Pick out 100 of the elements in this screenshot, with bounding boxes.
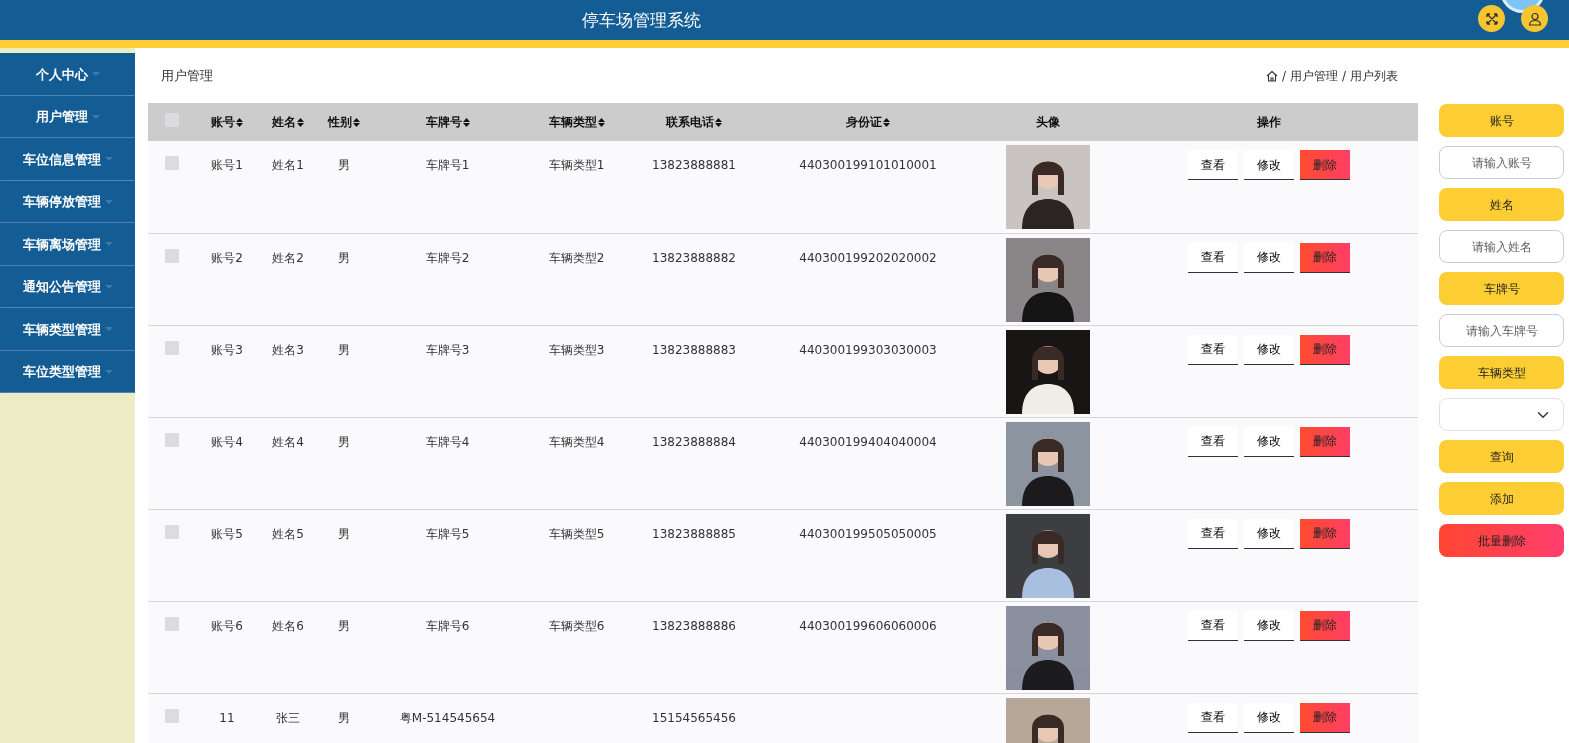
delete-button[interactable]: 删除	[1300, 426, 1350, 457]
action-button[interactable]: 查看	[1188, 150, 1238, 180]
column-header: 头像	[1036, 115, 1060, 129]
row-checkbox[interactable]	[165, 248, 179, 263]
table-cell: 姓名5	[272, 526, 304, 541]
sidebar-item[interactable]: 个人中心	[0, 53, 135, 96]
table-cell: 账号2	[211, 250, 243, 265]
table-cell: 440300199101010001	[799, 158, 937, 172]
breadcrumb-separator: /	[1281, 67, 1286, 85]
row-checkbox[interactable]	[165, 524, 179, 539]
table-cell: 车辆类型1	[548, 158, 605, 172]
action-button[interactable]: 查看	[1188, 702, 1238, 733]
table-cell: 13823888885	[652, 526, 736, 541]
action-button[interactable]: 查看	[1188, 518, 1238, 549]
sidebar-item[interactable]: 车辆离场管理	[0, 223, 135, 266]
row-checkbox[interactable]	[165, 156, 179, 170]
row-checkbox[interactable]	[165, 340, 179, 355]
input-field[interactable]: 请输入姓名	[1439, 230, 1564, 263]
app-title: 停车场管理系统	[582, 9, 701, 32]
table-cell: 姓名1	[272, 158, 304, 172]
table-cell: 车辆类型3	[548, 342, 605, 357]
table-cell: 440300199606060006	[799, 618, 937, 633]
sort-icon[interactable]	[715, 118, 722, 127]
table-cell: 车辆类型2	[548, 250, 605, 265]
delete-button[interactable]: 删除	[1300, 150, 1350, 180]
table-cell: 账号6	[211, 618, 243, 633]
table-cell: 男	[338, 342, 350, 357]
table-cell: 车牌号5	[425, 526, 470, 541]
sortable-column-header[interactable]: 姓名	[272, 115, 296, 129]
fullscreen-icon[interactable]	[1478, 5, 1505, 32]
action-button[interactable]: 查看	[1188, 334, 1238, 365]
row-checkbox[interactable]	[165, 616, 179, 631]
table-cell: 账号3	[211, 342, 243, 357]
action-button[interactable]: 修改	[1244, 242, 1294, 273]
column-header: 操作	[1257, 115, 1281, 129]
select-field[interactable]	[1439, 398, 1564, 431]
sortable-column-header[interactable]: 联系电话	[666, 115, 714, 129]
sidebar-item[interactable]: 用户管理	[0, 95, 135, 138]
search-button[interactable]: 查询	[1439, 440, 1564, 473]
action-button[interactable]: 查看	[1188, 426, 1238, 457]
sort-icon[interactable]	[297, 118, 304, 127]
table-cell: 13823888882	[652, 250, 736, 265]
action-button[interactable]: 查看	[1188, 242, 1238, 273]
table-cell: 账号5	[211, 526, 243, 541]
sortable-column-header[interactable]: 账号	[211, 115, 235, 129]
table-cell: 440300199202020002	[799, 250, 937, 265]
sidebar-item[interactable]: 车位信息管理	[0, 138, 135, 181]
table-cell: 13823888881	[652, 158, 736, 172]
field-label: 车辆类型	[1439, 356, 1564, 389]
table-cell: 11	[219, 710, 235, 725]
table-cell: 车牌号2	[425, 250, 470, 265]
home-icon[interactable]	[1265, 69, 1278, 82]
table-cell: 440300199505050005	[799, 526, 937, 541]
table-cell: 账号4	[211, 434, 243, 449]
action-button[interactable]: 修改	[1244, 518, 1294, 549]
action-button[interactable]: 修改	[1244, 150, 1294, 180]
delete-button[interactable]: 删除	[1300, 610, 1350, 641]
sortable-column-header[interactable]: 车辆类型	[548, 115, 597, 129]
sort-icon[interactable]	[236, 118, 243, 127]
delete-button[interactable]: 删除	[1300, 702, 1350, 733]
sortable-column-header[interactable]: 身份证	[846, 115, 882, 129]
search-button[interactable]: 添加	[1439, 482, 1564, 515]
sort-icon[interactable]	[883, 118, 890, 127]
table-cell: 13823888884	[652, 434, 736, 449]
batch-delete-button[interactable]: 批量删除	[1439, 524, 1564, 557]
user-icon[interactable]	[1521, 5, 1548, 32]
row-checkbox[interactable]	[165, 432, 179, 447]
sidebar-item[interactable]: 通知公告管理	[0, 265, 135, 308]
table-cell: 男	[338, 158, 350, 172]
table-cell: 姓名6	[272, 618, 304, 633]
sortable-column-header[interactable]: 车牌号	[425, 115, 462, 129]
sort-icon[interactable]	[597, 118, 605, 127]
input-field[interactable]: 请输入车牌号	[1439, 314, 1564, 347]
sidebar-item[interactable]: 车辆类型管理	[0, 308, 135, 351]
table-cell: 车辆类型6	[548, 618, 605, 633]
row-checkbox[interactable]	[165, 708, 179, 723]
sort-icon[interactable]	[353, 118, 360, 127]
sortable-column-header[interactable]: 性别	[328, 115, 352, 129]
table-cell: 车牌号3	[425, 342, 470, 357]
delete-button[interactable]: 删除	[1300, 334, 1350, 365]
action-button[interactable]: 查看	[1188, 610, 1238, 641]
action-button[interactable]: 修改	[1244, 702, 1294, 733]
action-button[interactable]: 修改	[1244, 334, 1294, 365]
delete-button[interactable]: 删除	[1300, 518, 1350, 549]
breadcrumb-item[interactable]: 用户管理	[1289, 66, 1338, 85]
field-label: 车牌号	[1439, 272, 1564, 305]
table-cell: 粤M-514545654	[399, 710, 496, 725]
input-field[interactable]: 请输入账号	[1439, 146, 1564, 179]
breadcrumb-item: 用户列表	[1350, 67, 1398, 85]
table-cell: 13823888886	[652, 618, 736, 633]
action-button[interactable]: 修改	[1244, 610, 1294, 641]
table-cell: 男	[338, 434, 350, 449]
table-cell: 车牌号4	[425, 434, 470, 449]
sidebar-item[interactable]: 车辆停放管理	[0, 180, 135, 223]
sort-icon[interactable]	[462, 118, 470, 127]
action-button[interactable]: 修改	[1244, 426, 1294, 457]
field-label: 姓名	[1439, 188, 1564, 221]
sidebar-item[interactable]: 车位类型管理	[0, 350, 135, 393]
table-cell: 男	[338, 526, 350, 541]
delete-button[interactable]: 删除	[1300, 242, 1350, 273]
